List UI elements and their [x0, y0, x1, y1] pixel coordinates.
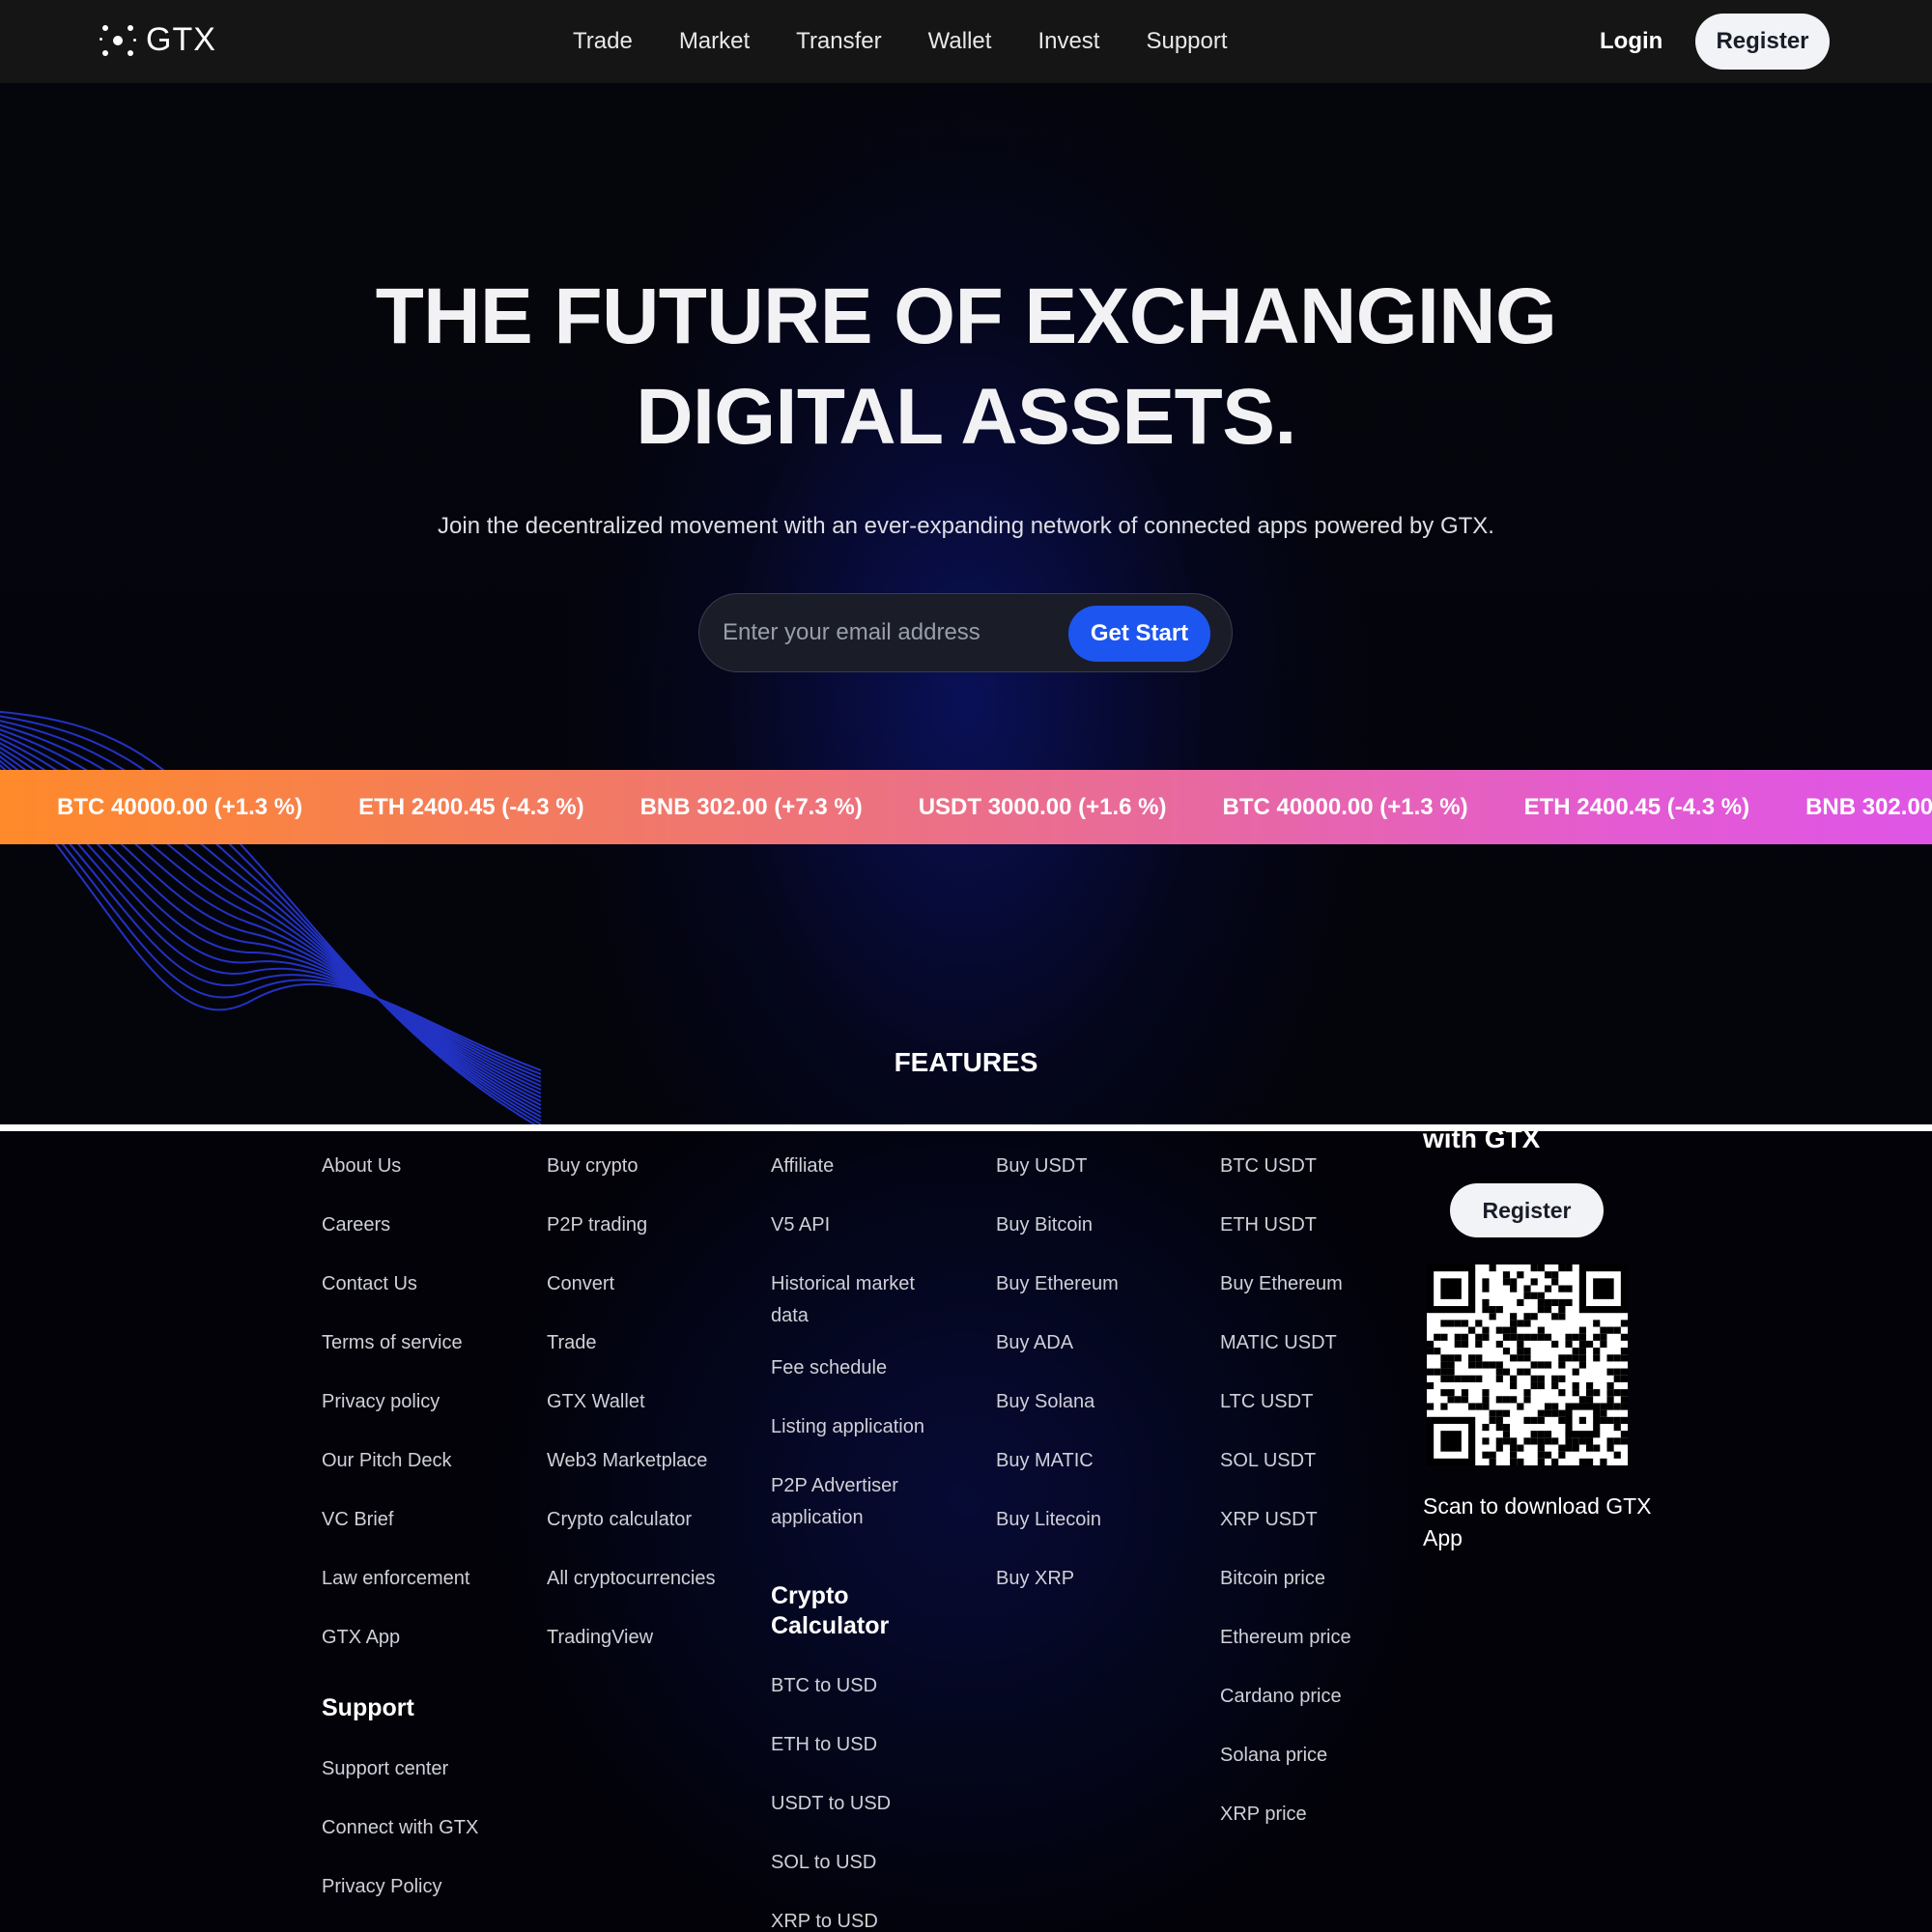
main-menu: Trade Market Transfer Wallet Invest Supp… — [573, 0, 1274, 83]
footer-link[interactable]: Terms of service — [322, 1327, 463, 1359]
footer-link[interactable]: XRP price — [1220, 1799, 1307, 1831]
footer-link[interactable]: Solana price — [1220, 1740, 1327, 1772]
footer-link[interactable]: Convert — [547, 1268, 614, 1300]
footer-link[interactable]: BTC to USD — [771, 1670, 877, 1702]
app-heading: with GTX — [1423, 1131, 1541, 1153]
nav-market[interactable]: Market — [679, 28, 750, 55]
email-input[interactable] — [723, 619, 1041, 646]
footer-link[interactable]: Buy Litecoin — [996, 1504, 1101, 1536]
footer-link[interactable]: VC Brief — [322, 1504, 393, 1536]
ticker-item[interactable]: ETH 2400.45 (-4.3 %) — [1524, 794, 1749, 821]
ticker-item[interactable]: BNB 302.00 (+7.3 %) — [1805, 794, 1932, 821]
footer-link[interactable]: Buy Ethereum — [996, 1268, 1119, 1300]
hero-subtitle: Join the decentralized movement with an … — [438, 513, 1494, 539]
footer: About Us Careers Contact Us Terms of servic… — [0, 1131, 1932, 1932]
footer-link[interactable]: Buy Bitcoin — [996, 1209, 1093, 1241]
footer-link[interactable]: Trade — [547, 1327, 597, 1359]
features-label: FEATURES — [894, 1047, 1038, 1077]
nav-trade[interactable]: Trade — [573, 28, 633, 55]
footer-link[interactable]: USDT to USD — [771, 1788, 891, 1820]
footer-link[interactable]: Fee schedule — [771, 1352, 887, 1384]
footer-link[interactable]: GTX Wallet — [547, 1386, 645, 1418]
footer-link[interactable]: Buy Solana — [996, 1386, 1094, 1418]
footer-link[interactable]: All cryptocurrencies — [547, 1563, 716, 1595]
footer-link[interactable]: P2P trading — [547, 1209, 647, 1241]
footer-link[interactable]: XRP USDT — [1220, 1504, 1318, 1536]
footer-link[interactable]: V5 API — [771, 1209, 830, 1241]
footer-link[interactable]: Buy XRP — [996, 1563, 1074, 1595]
footer-link[interactable]: Privacy Policy — [322, 1871, 441, 1903]
hero-title-line-2: DIGITAL ASSETS. — [636, 373, 1296, 461]
footer-link[interactable]: Cardano price — [1220, 1681, 1342, 1713]
qr-code-image — [1427, 1264, 1628, 1465]
register-button[interactable]: Register — [1695, 14, 1830, 70]
ticker-item[interactable]: USDT 3000.00 (+1.6 %) — [919, 794, 1167, 821]
footer-link[interactable]: Buy MATIC — [996, 1445, 1094, 1477]
footer-link[interactable]: Bitcoin price — [1220, 1563, 1325, 1595]
footer-link[interactable]: Our Pitch Deck — [322, 1445, 451, 1477]
nav-invest[interactable]: Invest — [1037, 28, 1099, 55]
footer-link[interactable]: SOL to USD — [771, 1847, 876, 1879]
footer-link[interactable]: LTC USDT — [1220, 1386, 1313, 1418]
footer-link[interactable]: BTC USDT — [1220, 1151, 1317, 1182]
ticker-item[interactable]: BTC 40000.00 (+1.3 %) — [1222, 794, 1467, 821]
footer-link[interactable]: Buy USDT — [996, 1151, 1087, 1182]
nav-wallet[interactable]: Wallet — [928, 28, 992, 55]
footer-link[interactable]: SOL USDT — [1220, 1445, 1316, 1477]
footer-link[interactable]: Careers — [322, 1209, 390, 1241]
footer-link[interactable]: Contact Us — [322, 1268, 417, 1300]
footer-link[interactable]: Support center — [322, 1753, 448, 1785]
footer-link[interactable]: Buy Ethereum — [1220, 1268, 1343, 1300]
top-navbar: GTX Trade Market Transfer Wallet Invest … — [0, 0, 1932, 83]
footer-link[interactable]: Listing application — [771, 1411, 924, 1443]
brand-logo[interactable]: GTX — [99, 21, 216, 59]
nav-transfer[interactable]: Transfer — [796, 28, 881, 55]
hero-title-line-1: THE FUTURE OF EXCHANGING — [375, 272, 1557, 360]
footer-heading-crypto-calculator: Crypto Calculator — [771, 1582, 890, 1639]
ticker-item[interactable]: BNB 302.00 (+7.3 %) — [640, 794, 863, 821]
footer-link[interactable]: Affiliate — [771, 1151, 834, 1182]
hero-title: THE FUTURE OF EXCHANGING DIGITAL ASSETS. — [0, 267, 1932, 468]
footer-link[interactable]: Privacy policy — [322, 1386, 440, 1418]
footer-heading-support: Support — [322, 1694, 414, 1721]
footer-link[interactable]: XRP to USD — [771, 1906, 878, 1932]
login-link[interactable]: Login — [1600, 28, 1662, 55]
gtx-logo-icon — [99, 22, 136, 59]
email-signup-form: Get Start — [698, 593, 1233, 672]
scan-to-download-text: Scan to download GTX App — [1423, 1493, 1652, 1550]
footer-link[interactable]: Historical market data — [771, 1268, 940, 1332]
footer-link[interactable]: ETH USDT — [1220, 1209, 1317, 1241]
price-ticker: BTC 40000.00 (+1.3 %) ETH 2400.45 (-4.3 … — [0, 770, 1932, 844]
footer-link[interactable]: Web3 Marketplace — [547, 1445, 707, 1477]
footer-link[interactable]: Buy crypto — [547, 1151, 638, 1182]
section-divider — [0, 1124, 1932, 1131]
footer-link[interactable]: P2P Advertiser application — [771, 1470, 940, 1534]
footer-register-button[interactable]: Register — [1450, 1183, 1604, 1237]
footer-link[interactable]: MATIC USDT — [1220, 1327, 1337, 1359]
nav-support[interactable]: Support — [1146, 28, 1227, 55]
footer-link[interactable]: Crypto calculator — [547, 1504, 692, 1536]
footer-link[interactable]: TradingView — [547, 1622, 653, 1654]
footer-link[interactable]: Ethereum price — [1220, 1622, 1351, 1654]
footer-link[interactable]: ETH to USD — [771, 1729, 877, 1761]
footer-link[interactable]: Buy ADA — [996, 1327, 1073, 1359]
hero-section: THE FUTURE OF EXCHANGING DIGITAL ASSETS.… — [0, 83, 1932, 1128]
footer-link[interactable]: About Us — [322, 1151, 401, 1182]
footer-link[interactable]: Connect with GTX — [322, 1812, 478, 1844]
footer-link[interactable]: Law enforcement — [322, 1563, 469, 1595]
brand-name: GTX — [146, 21, 216, 58]
footer-link[interactable]: GTX App — [322, 1622, 400, 1654]
ticker-item[interactable]: ETH 2400.45 (-4.3 %) — [358, 794, 583, 821]
get-start-button[interactable]: Get Start — [1068, 606, 1210, 662]
ticker-item[interactable]: BTC 40000.00 (+1.3 %) — [57, 794, 302, 821]
